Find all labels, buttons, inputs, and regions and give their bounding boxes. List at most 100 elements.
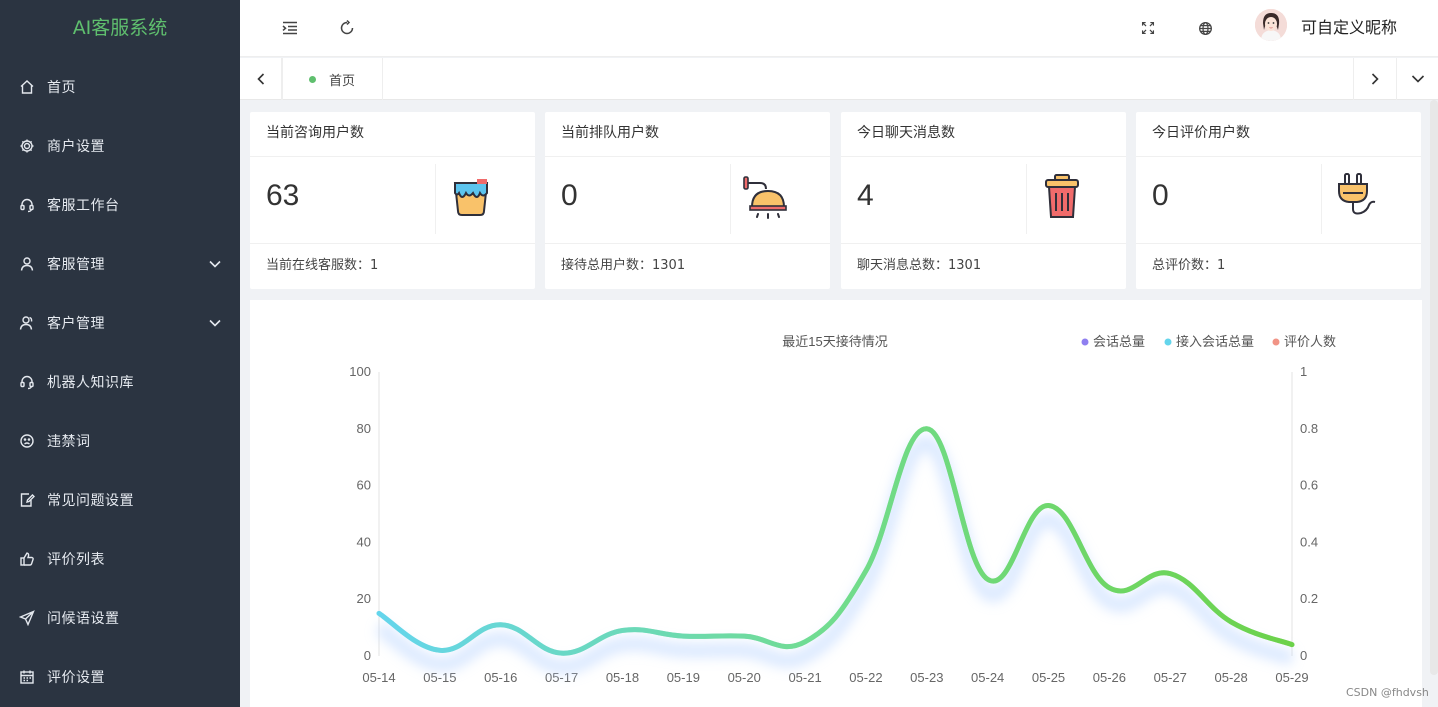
sidebar-item-review-list[interactable]: 评价列表 — [0, 529, 240, 588]
paint-bucket-icon — [453, 179, 489, 216]
thumbs-up-icon — [18, 550, 36, 568]
refresh-button[interactable] — [333, 14, 361, 42]
collapse-menu-button[interactable] — [276, 14, 304, 42]
active-tab-dot — [309, 75, 316, 83]
plug-icon — [1338, 173, 1376, 215]
sidebar-item-workbench[interactable]: 客服工作台 — [0, 175, 240, 234]
series-line-accepted-sessions — [376, 426, 1295, 656]
edit-doc-icon — [18, 491, 36, 509]
sidebar-item-review-settings[interactable]: 评价设置 — [0, 647, 240, 706]
x-tick-label: 05-21 — [788, 670, 821, 685]
x-tick-label: 05-25 — [1032, 670, 1065, 685]
robot-icon — [18, 373, 36, 391]
page-scrollbar[interactable] — [1430, 100, 1438, 675]
x-tick-label: 05-29 — [1275, 670, 1308, 685]
y-left-tick-label: 40 — [357, 534, 371, 549]
x-tick-label: 05-15 — [423, 670, 456, 685]
x-tick-label: 05-23 — [910, 670, 943, 685]
y-right-tick-label: 0.2 — [1300, 591, 1318, 606]
sidebar-item-faq-settings[interactable]: 常见问题设置 — [0, 470, 240, 529]
tabs-scroll-right-button[interactable] — [1353, 58, 1395, 100]
tabs-scroll-left-button[interactable] — [240, 58, 282, 100]
stat-card-today-reviews: 今日评价用户数 0 总评价数：1 — [1136, 112, 1421, 289]
y-right-tick-label: 0 — [1300, 648, 1307, 663]
frown-icon — [18, 432, 36, 450]
calendar-icon — [18, 668, 36, 686]
stat-card-title: 今日评价用户数 — [1136, 112, 1421, 157]
x-tick-label: 05-18 — [606, 670, 639, 685]
send-icon — [18, 609, 36, 627]
tab-label: 首页 — [329, 73, 356, 89]
x-tick-label: 05-26 — [1093, 670, 1126, 685]
y-right-tick-label: 0.6 — [1300, 478, 1318, 493]
sidebar-item-label: 违禁词 — [47, 433, 91, 450]
stat-card-value: 63 — [266, 179, 300, 212]
sidebar-item-banned-words[interactable]: 违禁词 — [0, 411, 240, 470]
sidebar-item-merchant-settings[interactable]: 商户设置 — [0, 116, 240, 175]
sidebar-item-label: 商户设置 — [47, 138, 105, 155]
stat-card-footer: 当前在线客服数：1 — [266, 258, 379, 273]
sidebar-item-label: 客服工作台 — [47, 197, 120, 214]
stat-card-queued-users: 当前排队用户数 0 接待总用户数：1301 — [545, 112, 830, 289]
sidebar-item-label: 评价列表 — [47, 551, 105, 568]
legend-marker — [1164, 338, 1172, 346]
headset-icon — [18, 196, 36, 214]
stat-card-title: 当前咨询用户数 — [250, 112, 535, 157]
stat-card-value: 4 — [857, 179, 874, 212]
sidebar-item-greeting-settings[interactable]: 问候语设置 — [0, 588, 240, 647]
chevron-down-icon — [208, 257, 222, 271]
legend-label[interactable]: 评价人数 — [1284, 334, 1336, 349]
language-button[interactable] — [1191, 14, 1219, 42]
stat-card-footer: 接待总用户数：1301 — [561, 258, 686, 273]
sidebar-item-customer-management[interactable]: 客户管理 — [0, 293, 240, 352]
top-header: 可自定义昵称 — [240, 0, 1438, 57]
tabs-menu-button[interactable] — [1396, 58, 1438, 100]
stat-card-today-messages: 今日聊天消息数 4 聊天消息总数：1301 — [841, 112, 1126, 289]
y-left-tick-label: 60 — [357, 478, 371, 493]
users-icon — [18, 314, 36, 332]
stat-card-title: 今日聊天消息数 — [841, 112, 1126, 157]
sidebar-item-agent-management[interactable]: 客服管理 — [0, 234, 240, 293]
sidebar-item-label: 首页 — [47, 79, 76, 96]
trash-bin-icon — [1045, 174, 1079, 218]
fullscreen-button[interactable] — [1134, 14, 1162, 42]
stat-card-consulting-users: 当前咨询用户数 63 当前在线客服数：1 — [250, 112, 535, 289]
chart-title: 最近15天接待情况 — [782, 334, 887, 349]
fullscreen-icon — [1141, 21, 1155, 35]
stat-card-value: 0 — [561, 179, 578, 212]
stat-card-footer: 聊天消息总数：1301 — [857, 258, 982, 273]
chevron-right-icon — [1371, 73, 1379, 85]
user-icon — [18, 255, 36, 273]
sidebar-item-label: 客户管理 — [47, 315, 105, 332]
x-tick-label: 05-16 — [484, 670, 517, 685]
user-nickname[interactable]: 可自定义昵称 — [1301, 14, 1397, 38]
y-left-tick-label: 100 — [349, 364, 371, 379]
y-left-tick-label: 0 — [364, 648, 371, 663]
watermark: CSDN @fhdvsh — [1346, 686, 1429, 699]
y-right-tick-label: 0.8 — [1300, 421, 1318, 436]
x-tick-label: 05-24 — [971, 670, 1004, 685]
stat-card-value: 0 — [1152, 179, 1169, 212]
shower-icon — [743, 176, 787, 219]
app-logo-title: AI客服系统 — [72, 17, 168, 39]
chevron-down-icon — [208, 316, 222, 330]
stat-card-title: 当前排队用户数 — [545, 112, 830, 157]
globe-icon — [1198, 21, 1212, 35]
tab-home[interactable]: 首页 — [282, 58, 383, 100]
x-tick-label: 05-14 — [362, 670, 395, 685]
y-right-tick-label: 0.4 — [1300, 534, 1318, 549]
series-line-shadow — [375, 435, 1295, 675]
reception-line-chart: 最近15天接待情况 会话总量 接入会话总量 评价人数 0 20 40 60 80 100 0 0.… — [349, 334, 1336, 685]
chevron-down-icon — [1411, 75, 1424, 83]
sidebar-item-robot-knowledge[interactable]: 机器人知识库 — [0, 352, 240, 411]
chevron-left-icon — [256, 73, 264, 85]
y-left-tick-label: 80 — [357, 421, 371, 436]
legend-label[interactable]: 会话总量 — [1093, 334, 1145, 349]
sidebar-item-label: 常见问题设置 — [47, 492, 134, 509]
legend-label[interactable]: 接入会话总量 — [1176, 334, 1254, 349]
sidebar-item-home[interactable]: 首页 — [0, 57, 240, 116]
avatar[interactable] — [1255, 9, 1287, 41]
refresh-icon — [340, 19, 354, 35]
stat-card-footer: 总评价数：1 — [1152, 258, 1226, 273]
sidebar-item-label: 机器人知识库 — [47, 374, 134, 391]
